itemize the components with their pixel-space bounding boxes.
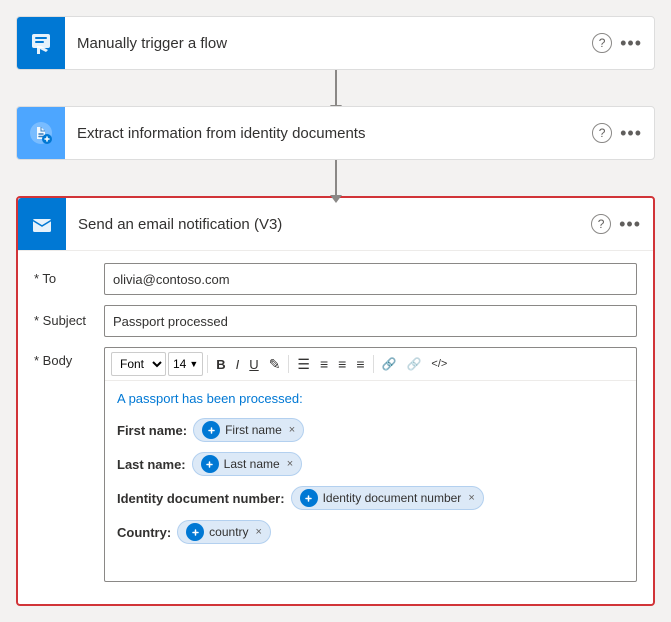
code-button[interactable]: </> [427,352,451,376]
subject-row: * Subject [34,305,637,337]
font-size-selector[interactable]: 14 ▼ [168,352,203,376]
body-editor[interactable]: Font 14 ▼ B I U ✎ ☰ ≡ ≡ [104,347,637,582]
firstname-tag-close[interactable]: × [289,424,295,436]
toolbar-divider-1 [207,355,208,373]
toolbar-divider-2 [288,355,289,373]
email-actions: ? ••• [591,214,653,235]
country-tag-text: country [209,525,248,539]
email-icon [18,198,66,250]
field-row-country: Country: country × [117,520,624,544]
email-help-button[interactable]: ? [591,214,611,234]
firstname-tag-icon [202,421,220,439]
link-button[interactable]: 🔗 [378,352,401,376]
subject-input[interactable] [104,305,637,337]
body-row: * Body Font 14 ▼ B I U [34,347,637,582]
pencil-button[interactable]: ✎ [265,352,285,376]
lastname-tag-icon [201,455,219,473]
idnumber-tag-icon [300,489,318,507]
extract-title: Extract information from identity docume… [77,125,365,142]
editor-toolbar: Font 14 ▼ B I U ✎ ☰ ≡ ≡ [105,348,636,381]
subject-label: * Subject [34,305,104,328]
idnumber-tag-text: Identity document number [323,491,462,505]
bullet-list-button[interactable]: ☰ [293,352,314,376]
lastname-tag-close[interactable]: × [287,458,293,470]
editor-intro-text: A passport has been processed: [117,391,624,406]
trigger-help-button[interactable]: ? [592,33,612,53]
align-right-button[interactable]: ≡ [352,352,368,376]
trigger-title-row: Manually trigger a flow [65,17,592,69]
field-row-firstname: First name: First name × [117,418,624,442]
email-title-row: Send an email notification (V3) [66,198,591,250]
trigger-title: Manually trigger a flow [77,35,227,52]
align-left-button[interactable]: ≡ [334,352,350,376]
email-card-header: Send an email notification (V3) ? ••• [18,198,653,251]
extract-actions: ? ••• [592,123,654,144]
field-row-idnumber: Identity document number: Identity docum… [117,486,624,510]
idnumber-tag[interactable]: Identity document number × [291,486,484,510]
idnumber-tag-close[interactable]: × [468,492,474,504]
trigger-more-button[interactable]: ••• [620,33,642,54]
ordered-list-button[interactable]: ≡ [316,352,332,376]
font-select[interactable]: Font [111,352,166,376]
email-title: Send an email notification (V3) [78,216,282,233]
firstname-tag-text: First name [225,423,282,437]
firstname-tag[interactable]: First name × [193,418,304,442]
extract-title-row: Extract information from identity docume… [65,107,592,159]
font-size-arrow: ▼ [189,359,198,369]
extract-icon [17,107,65,159]
toolbar-divider-3 [373,355,374,373]
country-tag-icon [186,523,204,541]
field-row-lastname: Last name: Last name × [117,452,624,476]
arrow-2 [335,160,337,196]
extract-help-button[interactable]: ? [592,123,612,143]
body-label: * Body [34,347,104,368]
trigger-actions: ? ••• [592,33,654,54]
lastname-label: Last name: [117,457,186,472]
unlink-button[interactable]: 🔗 [402,352,425,376]
trigger-icon [17,17,65,69]
bold-button[interactable]: B [212,352,229,376]
arrow-1 [335,70,337,106]
underline-button[interactable]: U [245,352,262,376]
idnumber-label: Identity document number: [117,491,285,506]
lastname-tag-text: Last name [224,457,280,471]
to-label: * To [34,263,104,286]
font-size-value: 14 [173,357,186,371]
email-more-button[interactable]: ••• [619,214,641,235]
editor-body[interactable]: A passport has been processed: First nam… [105,381,636,581]
italic-button[interactable]: I [232,352,244,376]
to-row: * To [34,263,637,295]
email-form: * To * Subject * Body Font [18,251,653,604]
to-input[interactable] [104,263,637,295]
firstname-label: First name: [117,423,187,438]
lastname-tag[interactable]: Last name × [192,452,302,476]
email-card[interactable]: Send an email notification (V3) ? ••• * … [16,196,655,606]
extract-card[interactable]: Extract information from identity docume… [16,106,655,160]
trigger-card[interactable]: Manually trigger a flow ? ••• [16,16,655,70]
country-tag-close[interactable]: × [256,526,262,538]
country-tag[interactable]: country × [177,520,271,544]
country-label: Country: [117,525,171,540]
flow-canvas: Manually trigger a flow ? ••• Extract in… [16,16,655,606]
extract-more-button[interactable]: ••• [620,123,642,144]
